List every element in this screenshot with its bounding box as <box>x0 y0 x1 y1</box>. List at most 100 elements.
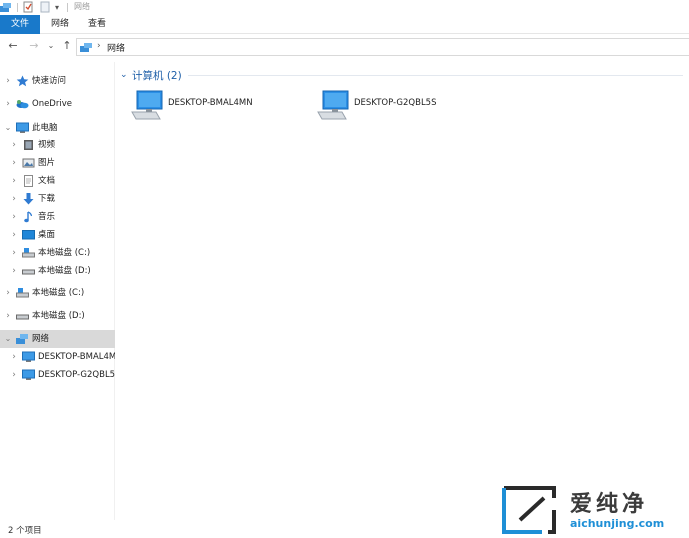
nav-label: 文档 <box>38 176 56 186</box>
item-count: 2 个项目 <box>8 526 42 536</box>
nav-label: 网络 <box>32 334 50 344</box>
chevron-right-icon[interactable]: › <box>10 351 18 363</box>
chevron-down-icon[interactable]: ⌄ <box>120 70 130 80</box>
nav-item-music[interactable]: › 音乐 <box>0 208 115 226</box>
nav-item-desktop[interactable]: › 桌面 <box>0 226 115 244</box>
nav-item-network-pc-1[interactable]: › DESKTOP-BMAL4MN <box>0 348 115 366</box>
chevron-right-icon[interactable]: › <box>4 287 12 299</box>
group-title: 计算机 (2) <box>132 69 182 82</box>
chevron-right-icon[interactable]: › <box>10 157 18 169</box>
chevron-right-icon[interactable]: › <box>4 98 12 110</box>
ribbon: 文件 网络 查看 <box>0 15 689 34</box>
desktop-icon <box>22 230 35 240</box>
chevron-right-icon[interactable]: › <box>10 369 18 381</box>
tab-view[interactable]: 查看 <box>82 15 112 34</box>
drive-icon <box>22 269 35 275</box>
computer-icon <box>22 351 35 362</box>
star-icon <box>16 75 29 87</box>
network-icon <box>16 334 28 344</box>
tab-file[interactable]: 文件 <box>0 15 40 34</box>
chevron-right-icon[interactable]: › <box>10 139 18 151</box>
chevron-right-icon[interactable]: › <box>10 175 18 187</box>
documents-icon <box>24 175 33 187</box>
network-app-icon <box>0 3 11 12</box>
nav-item-drive-d[interactable]: › 本地磁盘 (D:) <box>0 262 115 280</box>
nav-label: OneDrive <box>32 99 72 109</box>
computer-name: DESKTOP-BMAL4MN <box>168 98 253 108</box>
nav-label: 快速访问 <box>32 76 67 86</box>
chevron-right-icon[interactable]: › <box>10 193 18 205</box>
chevron-right-icon[interactable]: › <box>10 265 18 277</box>
chevron-right-icon[interactable]: › <box>4 75 12 87</box>
nav-label: 本地磁盘 (D:) <box>32 311 85 321</box>
nav-label: 本地磁盘 (C:) <box>38 248 91 258</box>
nav-item-this-pc[interactable]: ⌄ 此电脑 <box>0 119 115 137</box>
properties-icon[interactable] <box>23 1 34 13</box>
drive-icon <box>16 314 29 320</box>
tab-network[interactable]: 网络 <box>45 15 75 34</box>
window-title: 网络 <box>74 2 90 11</box>
toolbar-separator <box>17 3 18 12</box>
address-row: ← → ⌄ ↑ › 网络 <box>0 35 689 59</box>
watermark-brand: 爱纯净 <box>570 492 649 517</box>
group-header-computers[interactable]: ⌄ 计算机 (2) <box>120 68 182 82</box>
watermark-logo-icon <box>502 486 556 534</box>
computer-icon <box>22 369 35 380</box>
chevron-right-icon[interactable]: › <box>10 247 18 259</box>
video-icon <box>24 140 33 150</box>
nav-item-network-pc-2[interactable]: › DESKTOP-G2QBL5S <box>0 366 115 384</box>
nav-item-drive-d-root[interactable]: › 本地磁盘 (D:) <box>0 307 115 325</box>
watermark-url: aichunjing.com <box>570 517 665 530</box>
nav-item-downloads[interactable]: › 下载 <box>0 190 115 208</box>
nav-item-drive-c[interactable]: › 本地磁盘 (C:) <box>0 244 115 262</box>
watermark: 爱纯净 aichunjing.com <box>500 486 689 538</box>
computer-name: DESKTOP-G2QBL5S <box>354 98 437 108</box>
nav-label: DESKTOP-G2QBL5S <box>38 370 115 380</box>
breadcrumb-chevron-icon[interactable]: › <box>97 41 101 51</box>
chevron-right-icon[interactable]: › <box>10 229 18 241</box>
new-folder-icon[interactable] <box>40 1 50 13</box>
toolbar-separator <box>67 3 68 12</box>
nav-label: 视频 <box>38 140 56 150</box>
navigation-pane: › 快速访问 › OneDrive ⌄ 此电脑 › 视频 › 图片 › 文档 ›… <box>0 62 115 520</box>
music-note-icon <box>24 211 33 223</box>
nav-label: DESKTOP-BMAL4MN <box>38 352 115 362</box>
group-divider <box>188 75 683 76</box>
chevron-down-icon[interactable]: ⌄ <box>4 333 12 345</box>
customize-toolbar-icon[interactable]: ▾ <box>55 1 59 13</box>
content-pane: ⌄ 计算机 (2) DESKTOP-BMAL4MN DESKTOP-G2QBL5… <box>116 62 689 520</box>
computer-icon <box>317 90 349 120</box>
onedrive-cloud-icon <box>16 100 29 109</box>
computer-icon <box>16 122 29 133</box>
network-icon <box>80 43 92 52</box>
nav-label: 此电脑 <box>32 123 58 133</box>
nav-label: 音乐 <box>38 212 56 222</box>
nav-item-pictures[interactable]: › 图片 <box>0 154 115 172</box>
computer-icon <box>131 90 163 120</box>
chevron-down-icon[interactable]: ⌄ <box>4 122 12 134</box>
address-bar[interactable]: › 网络 <box>76 38 689 56</box>
download-arrow-icon <box>23 193 34 205</box>
chevron-right-icon[interactable]: › <box>10 211 18 223</box>
nav-label: 本地磁盘 (C:) <box>32 288 85 298</box>
nav-label: 图片 <box>38 158 56 168</box>
up-arrow-icon[interactable]: ↑ <box>60 39 74 53</box>
breadcrumb-network[interactable]: 网络 <box>107 41 125 54</box>
nav-item-quick-access[interactable]: › 快速访问 <box>0 72 115 90</box>
forward-arrow-icon[interactable]: → <box>27 39 41 53</box>
pictures-icon <box>22 158 35 168</box>
nav-label: 本地磁盘 (D:) <box>38 266 91 276</box>
nav-item-videos[interactable]: › 视频 <box>0 136 115 154</box>
nav-item-onedrive[interactable]: › OneDrive <box>0 95 115 113</box>
nav-label: 桌面 <box>38 230 56 240</box>
nav-label: 下载 <box>38 194 56 204</box>
title-bar: ▾ 网络 <box>0 0 689 15</box>
chevron-right-icon[interactable]: › <box>4 310 12 322</box>
back-arrow-icon[interactable]: ← <box>6 39 20 53</box>
system-drive-icon <box>22 248 35 258</box>
system-drive-icon <box>16 288 29 298</box>
nav-item-drive-c-root[interactable]: › 本地磁盘 (C:) <box>0 284 115 302</box>
nav-item-network[interactable]: ⌄ 网络 <box>0 330 115 348</box>
recent-locations-chevron-icon[interactable]: ⌄ <box>44 39 58 53</box>
nav-item-documents[interactable]: › 文档 <box>0 172 115 190</box>
